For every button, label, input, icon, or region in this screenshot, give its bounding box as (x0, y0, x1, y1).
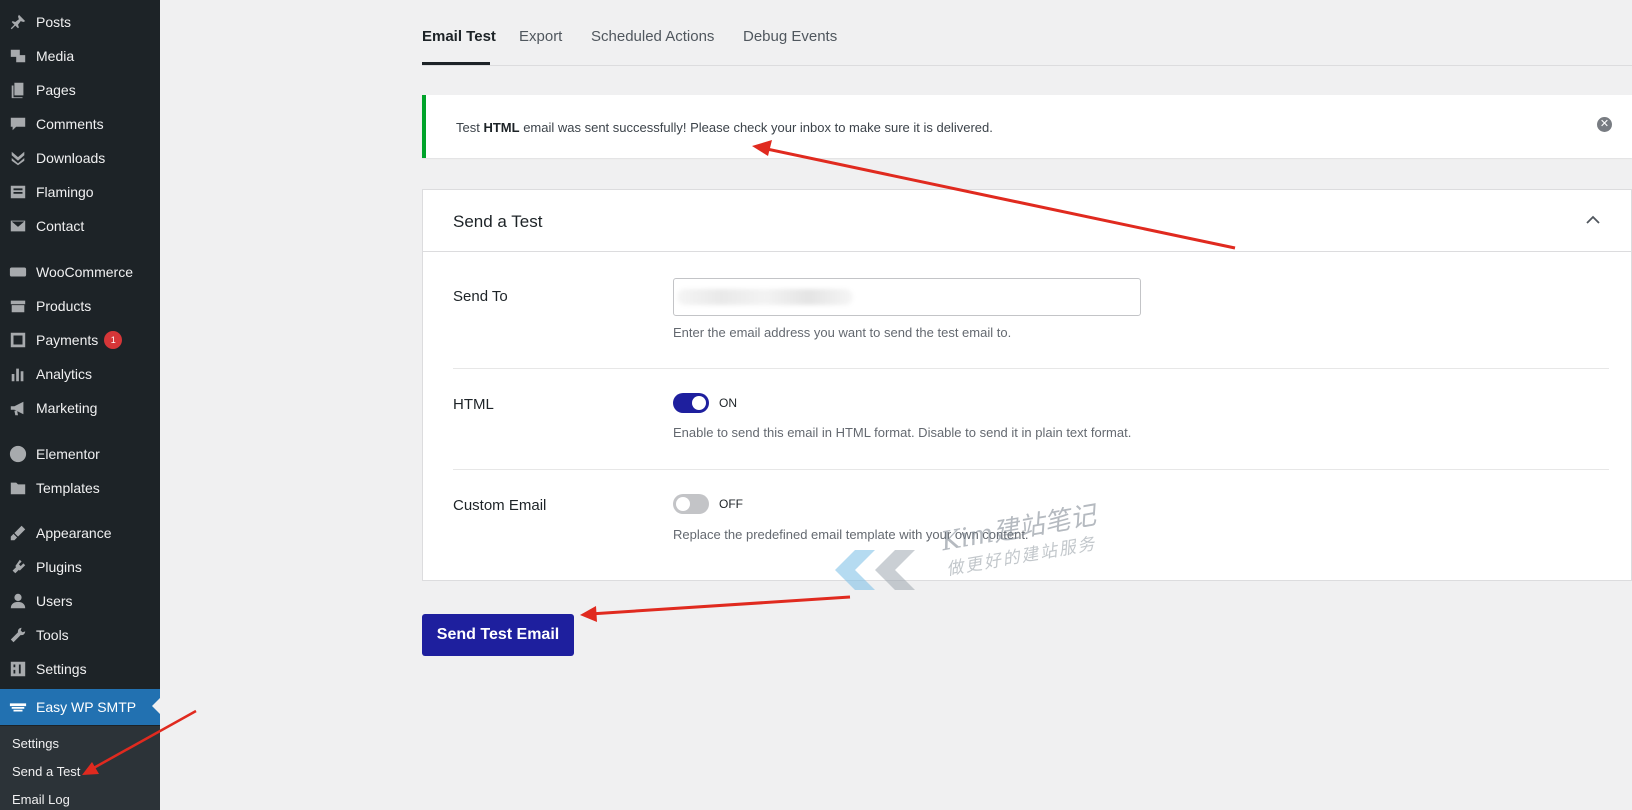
settings-icon (8, 659, 28, 679)
comments-icon (8, 114, 28, 134)
sidebar-item-label: Users (36, 593, 73, 609)
sidebar-item-flamingo[interactable]: Flamingo (0, 176, 160, 208)
panel-header[interactable]: Send a Test (423, 190, 1631, 252)
flamingo-icon (8, 182, 28, 202)
wrench-icon (8, 625, 28, 645)
sidebar-item-settings[interactable]: Settings (0, 653, 160, 685)
sidebar-item-label: WooCommerce (36, 264, 133, 280)
panel-title: Send a Test (453, 212, 543, 231)
submenu-item-send-a-test[interactable]: Send a Test (12, 764, 80, 779)
html-toggle[interactable] (673, 393, 709, 413)
products-icon (8, 296, 28, 316)
sidebar-item-label: Contact (36, 218, 85, 234)
sidebar-item-analytics[interactable]: Analytics (0, 358, 160, 390)
sidebar-item-label: Templates (36, 480, 100, 496)
submenu: Settings Send a Test Email Log (0, 726, 160, 810)
send-test-panel: Send a Test Send To Enter the email addr… (422, 189, 1632, 581)
sidebar-item-posts[interactable]: Posts (0, 6, 160, 38)
custom-email-label: Custom Email (453, 497, 547, 514)
custom-email-toggle[interactable] (673, 494, 709, 514)
sidebar-item-plugins[interactable]: Plugins (0, 551, 160, 583)
tab-scheduled-actions[interactable]: Scheduled Actions (591, 28, 714, 45)
tab-export[interactable]: Export (519, 28, 562, 45)
divider (453, 469, 1609, 470)
redacted-email (677, 289, 853, 305)
chevron-up-icon[interactable] (1583, 210, 1603, 230)
html-label: HTML (453, 396, 494, 413)
sidebar-item-downloads[interactable]: Downloads (0, 142, 160, 174)
sidebar-item-label: Tools (36, 627, 69, 643)
sidebar-item-label: Comments (36, 116, 104, 132)
folder-icon (8, 478, 28, 498)
admin-sidebar: Posts Media Pages Comments Downloads Fla… (0, 0, 160, 810)
sidebar-item-label: Elementor (36, 446, 100, 462)
sidebar-item-label: Media (36, 48, 75, 64)
plugin-icon (8, 557, 28, 577)
media-icon (8, 46, 28, 66)
downloads-icon (8, 148, 28, 168)
woocommerce-icon (8, 262, 28, 282)
megaphone-icon (8, 398, 28, 418)
send-to-label: Send To (453, 288, 508, 305)
sidebar-item-products[interactable]: Products (0, 290, 160, 322)
tab-email-test[interactable]: Email Test (422, 28, 496, 45)
envelope-icon (8, 216, 28, 236)
submenu-item-email-log[interactable]: Email Log (12, 792, 70, 807)
active-caret (152, 698, 160, 714)
html-help: Enable to send this email in HTML format… (673, 425, 1132, 440)
sidebar-item-label: Marketing (36, 400, 98, 416)
sidebar-item-label: Plugins (36, 559, 82, 575)
divider (453, 368, 1609, 369)
pages-icon (8, 80, 28, 100)
sidebar-item-marketing[interactable]: Marketing (0, 392, 160, 424)
sidebar-item-label: Flamingo (36, 184, 94, 200)
custom-email-help: Replace the predefined email template wi… (673, 527, 1029, 542)
arrow-to-send-button (580, 595, 851, 622)
send-to-help: Enter the email address you want to send… (673, 325, 1012, 340)
sidebar-item-contact[interactable]: Contact (0, 210, 160, 242)
notification-badge: 1 (104, 331, 123, 349)
active-tab-indicator (422, 62, 490, 65)
smtp-icon (8, 697, 28, 717)
sidebar-item-comments[interactable]: Comments (0, 108, 160, 140)
sidebar-item-label: Easy WP SMTP (36, 699, 137, 715)
sidebar-item-tools[interactable]: Tools (0, 619, 160, 651)
payments-icon (8, 330, 28, 350)
send-test-email-button[interactable]: Send Test Email (422, 614, 574, 656)
sidebar-item-easy-wp-smtp[interactable]: Easy WP SMTP (0, 689, 160, 725)
sidebar-item-label: Pages (36, 82, 76, 98)
custom-email-toggle-state: OFF (719, 497, 743, 511)
sidebar-item-label: Analytics (36, 366, 93, 382)
brush-icon (8, 523, 28, 543)
sidebar-item-pages[interactable]: Pages (0, 74, 160, 106)
pushpin-icon (8, 12, 28, 32)
close-icon[interactable]: ✕ (1597, 117, 1612, 132)
sidebar-item-elementor[interactable]: Elementor (0, 438, 160, 470)
html-toggle-state: ON (719, 396, 737, 410)
sidebar-item-payments[interactable]: Payments 1 (0, 324, 160, 356)
sidebar-item-templates[interactable]: Templates (0, 472, 160, 504)
sidebar-item-label: Posts (36, 14, 72, 30)
submenu-item-settings[interactable]: Settings (12, 736, 59, 751)
sidebar-item-label: Appearance (36, 525, 112, 541)
success-notice: Test HTML email was sent successfully! P… (422, 95, 1632, 158)
analytics-icon (8, 364, 28, 384)
notice-message: Test HTML email was sent successfully! P… (456, 120, 993, 135)
sidebar-item-media[interactable]: Media (0, 40, 160, 72)
tab-debug-events[interactable]: Debug Events (743, 28, 837, 45)
sidebar-item-label: Products (36, 298, 92, 314)
tab-bar: Email Test Export Scheduled Actions Debu… (422, 0, 1632, 66)
sidebar-item-label: Settings (36, 661, 87, 677)
elementor-icon (8, 444, 28, 464)
sidebar-item-appearance[interactable]: Appearance (0, 517, 160, 549)
sidebar-item-users[interactable]: Users (0, 585, 160, 617)
user-icon (8, 591, 28, 611)
sidebar-item-label: Downloads (36, 150, 106, 166)
sidebar-item-woocommerce[interactable]: WooCommerce (0, 256, 160, 288)
sidebar-item-label: Payments (36, 332, 99, 348)
